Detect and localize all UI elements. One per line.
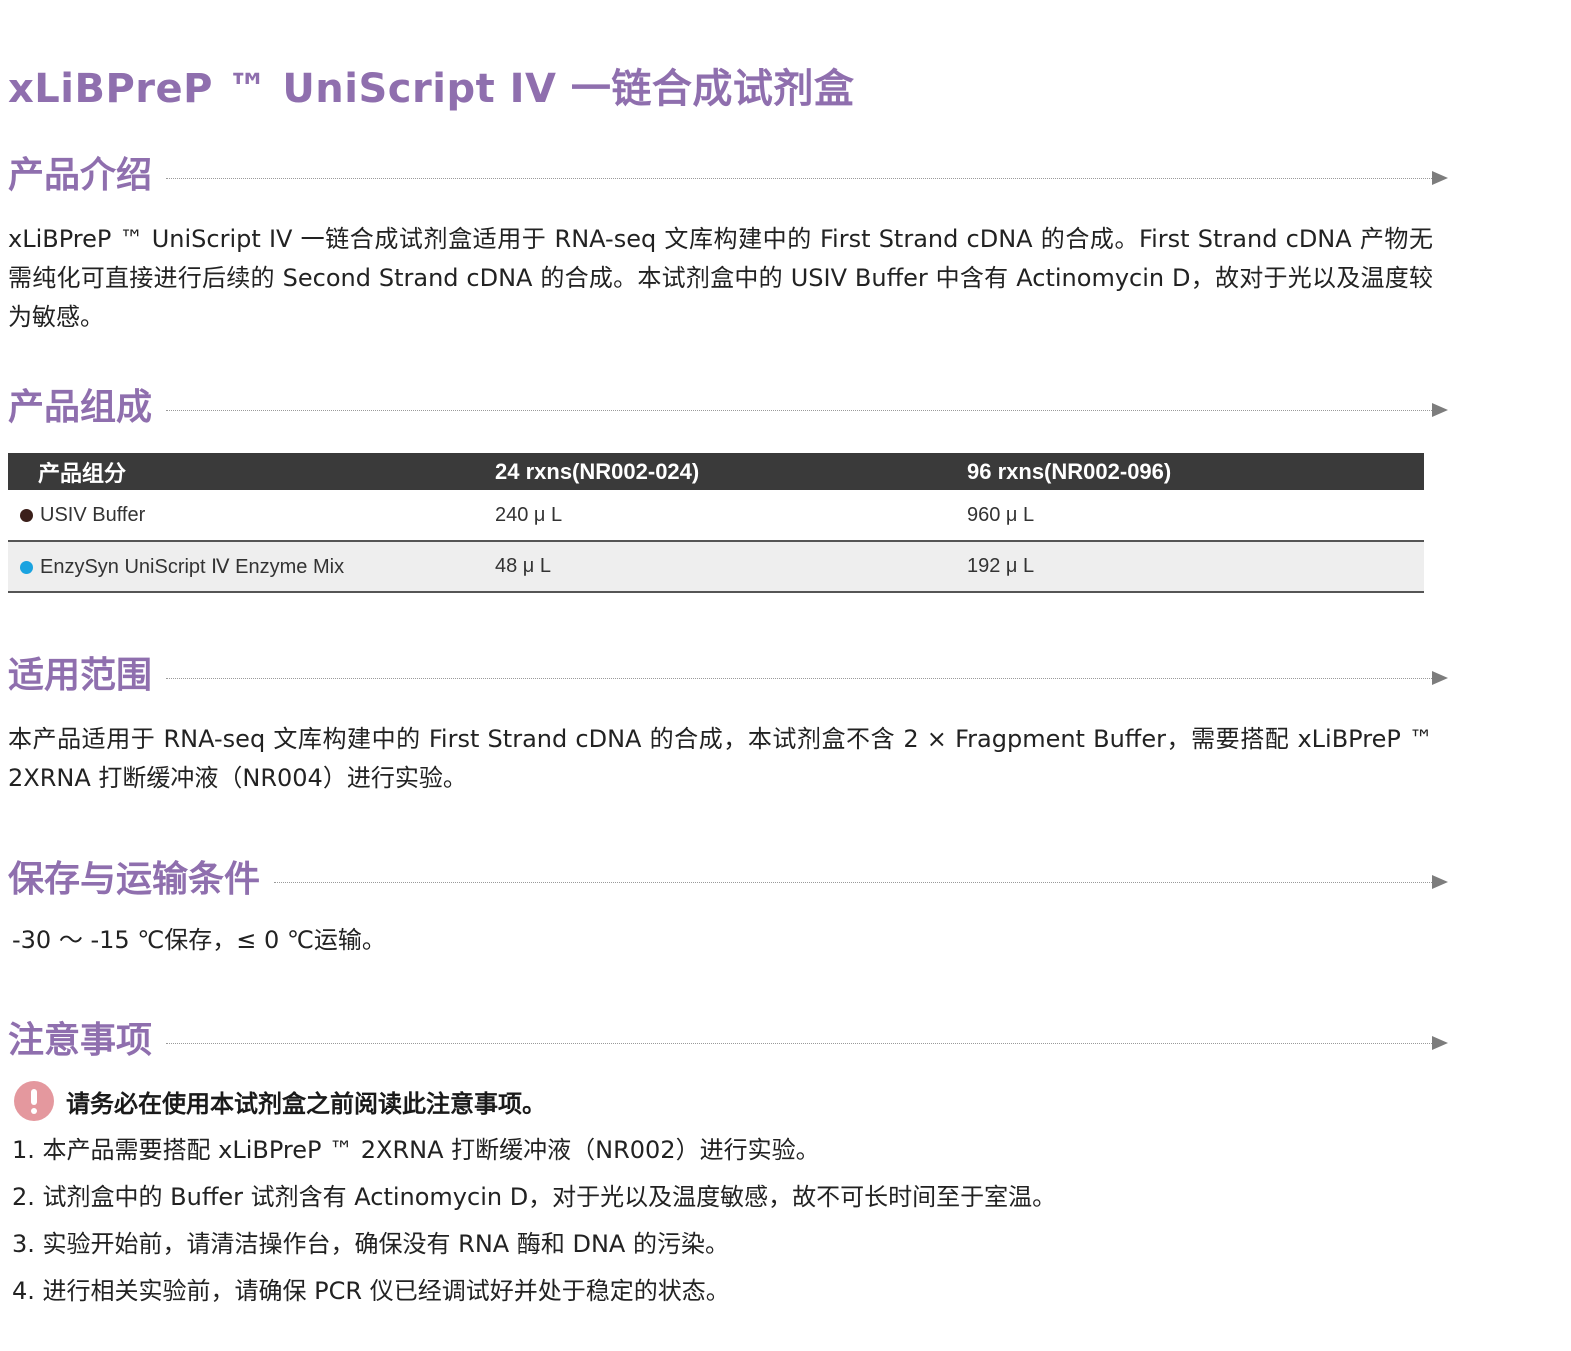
page-title: xLiBPreP ™ UniScript IV 一链合成试剂盒 — [8, 66, 855, 112]
section-header-composition: 产品组成 — [8, 386, 1448, 430]
arrow-right-icon — [1432, 403, 1448, 417]
section-title-intro: 产品介绍 — [8, 155, 153, 196]
component-cell: USIV Buffer — [8, 490, 495, 542]
dotted-divider — [166, 409, 1432, 411]
section-title-storage: 保存与运输条件 — [8, 859, 261, 900]
table-header-row: 产品组分 24 rxns(NR002-024) 96 rxns(NR002-09… — [8, 453, 1424, 490]
intro-paragraph: xLiBPreP ™ UniScript IV 一链合成试剂盒适用于 RNA-s… — [8, 225, 1433, 331]
section-title-scope: 适用范围 — [8, 655, 153, 696]
section-title-composition: 产品组成 — [8, 387, 153, 428]
section-header-intro: 产品介绍 — [8, 154, 1448, 198]
composition-table: 产品组分 24 rxns(NR002-024) 96 rxns(NR002-09… — [8, 453, 1424, 593]
volume-96-cell: 960 μ L — [967, 490, 1424, 542]
arrow-right-icon — [1432, 671, 1448, 685]
column-header-24rxns: 24 rxns(NR002-024) — [495, 453, 967, 490]
note-item: 4. 进行相关实验前，请确保 PCR 仪已经调试好并处于稳定的状态。 — [12, 1277, 730, 1305]
warning-text: 请务必在使用本试剂盒之前阅读此注意事项。 — [66, 1089, 546, 1118]
dotted-divider — [166, 1042, 1432, 1044]
note-item: 2. 试剂盒中的 Buffer 试剂含有 Actinomycin D，对于光以及… — [12, 1183, 1057, 1211]
scope-paragraph: 本产品适用于 RNA-seq 文库构建中的 First Strand cDNA … — [8, 725, 1433, 792]
volume-24-cell: 48 μ L — [495, 541, 967, 593]
storage-paragraph: -30 ～ -15 ℃保存，≤ 0 ℃运输。 — [12, 926, 386, 954]
dotted-divider — [274, 881, 1432, 883]
column-header-96rxns: 96 rxns(NR002-096) — [967, 453, 1424, 490]
section-title-notes: 注意事项 — [8, 1020, 153, 1061]
dotted-divider — [166, 177, 1432, 179]
component-name: USIV Buffer — [40, 503, 146, 526]
brown-dot-icon — [20, 508, 33, 522]
table-row: USIV Buffer 240 μ L 960 μ L — [8, 490, 1424, 542]
note-item: 1. 本产品需要搭配 xLiBPreP ™ 2XRNA 打断缓冲液（NR002）… — [12, 1136, 820, 1164]
component-name: EnzySyn UniScript Ⅳ Enzyme Mix — [40, 556, 345, 578]
table-row: EnzySyn UniScript Ⅳ Enzyme Mix 48 μ L 19… — [8, 541, 1424, 593]
section-header-scope: 适用范围 — [8, 654, 1448, 698]
column-header-component: 产品组分 — [8, 453, 495, 490]
section-header-storage: 保存与运输条件 — [8, 858, 1448, 902]
blue-dot-icon — [20, 561, 33, 574]
component-cell: EnzySyn UniScript Ⅳ Enzyme Mix — [8, 541, 495, 593]
exclamation-icon — [14, 1081, 54, 1121]
volume-24-cell: 240 μ L — [495, 490, 967, 542]
note-item: 3. 实验开始前，请清洁操作台，确保没有 RNA 酶和 DNA 的污染。 — [12, 1230, 729, 1258]
volume-96-cell: 192 μ L — [967, 541, 1424, 593]
section-header-notes: 注意事项 — [8, 1019, 1448, 1063]
arrow-right-icon — [1432, 875, 1448, 889]
arrow-right-icon — [1432, 171, 1448, 185]
dotted-divider — [166, 677, 1432, 679]
warning-banner: 请务必在使用本试剂盒之前阅读此注意事项。 — [14, 1081, 546, 1121]
arrow-right-icon — [1432, 1036, 1448, 1050]
